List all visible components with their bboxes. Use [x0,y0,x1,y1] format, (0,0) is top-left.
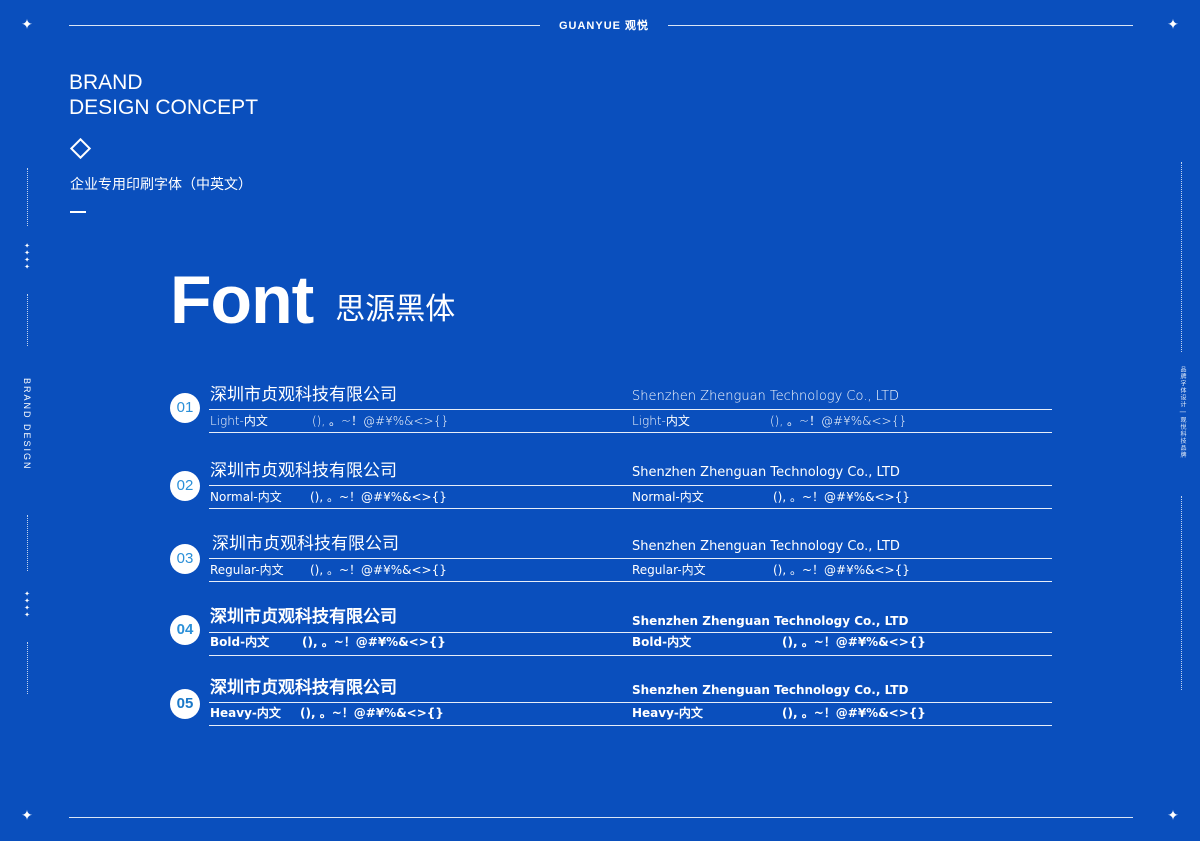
en-company-name: Shenzhen Zhenguan Technology Co., LTD [632,389,900,404]
row-line-bottom [209,581,1052,582]
sparkle-icon: ✦ [1167,808,1179,824]
font-row-normal: 02 深圳市贞观科技有限公司 Shenzhen Zhenguan Technol… [170,460,1052,516]
sparkle-icon: ✦ [21,808,33,824]
sparkle-icon: ✦ [21,17,33,33]
font-row-light: 01 深圳市贞观科技有限公司 Shenzhen Zhenguan Technol… [170,384,1052,440]
cn-company-name: 深圳市贞观科技有限公司 [210,607,397,627]
title-line-2: DESIGN CONCEPT [69,96,259,119]
divider-dash [70,211,86,213]
font-family-name: 思源黑体 [335,292,456,327]
cn-punctuation-sample: (), 。~！@#¥%&<>{} [310,563,447,577]
en-punctuation-sample: (), 。~！@#¥%&<>{} [782,706,926,720]
left-dotted-line [27,294,28,346]
row-line-top [209,409,1052,410]
row-number: 05 [170,689,200,719]
sparkle-icon: ✦ [1167,17,1179,33]
row-number: 02 [170,471,200,501]
cn-weight-label: Regular-内文 [210,563,284,577]
en-weight-label: Normal-内文 [632,490,704,504]
font-word: Font [170,262,314,338]
row-line-bottom [209,725,1052,726]
row-line-top [209,702,1052,703]
sparkle-cluster-icon: ✦ ✦ ✦ ✦ [24,242,30,271]
left-dotted-line [27,515,28,571]
cn-company-name: 深圳市贞观科技有限公司 [210,678,397,698]
cn-punctuation-sample: (), 。~！@#¥%&<>{} [310,490,447,504]
row-line-top [209,632,1052,633]
font-heading: Font 思源黑体 [170,262,455,338]
diamond-icon [69,137,92,160]
en-weight-label: Bold-内文 [632,635,692,649]
brand-design-title: BRAND DESIGN CONCEPT [69,70,258,120]
row-line-bottom [209,508,1052,509]
cn-punctuation-sample: (), 。~！@#¥%&<>{} [300,706,444,720]
en-company-name: Shenzhen Zhenguan Technology Co., LTD [632,683,909,697]
cn-punctuation-sample: (), 。~！@#¥%&<>{} [312,414,449,428]
en-company-name: Shenzhen Zhenguan Technology Co., LTD [632,539,900,554]
row-number: 01 [170,393,200,423]
bottom-frame-line [69,817,1133,818]
cn-company-name: 深圳市贞观科技有限公司 [210,461,397,481]
row-line-top [209,558,1052,559]
title-line-1: BRAND [69,71,143,94]
cn-punctuation-sample: (), 。~！@#¥%&<>{} [302,635,446,649]
row-line-top [209,485,1052,486]
en-weight-label: Light-内文 [632,414,690,428]
left-dotted-line [27,642,28,694]
left-dotted-line [27,168,28,226]
font-row-heavy: 05 深圳市贞观科技有限公司 Shenzhen Zhenguan Technol… [170,677,1052,733]
cn-company-name: 深圳市贞观科技有限公司 [212,534,399,554]
cn-weight-label: Normal-内文 [210,490,282,504]
font-row-bold: 04 深圳市贞观科技有限公司 Shenzhen Zhenguan Technol… [170,606,1052,662]
cn-weight-label: Bold-内文 [210,635,270,649]
row-number: 03 [170,544,200,574]
cn-weight-label: Light-内文 [210,414,268,428]
side-brand-label: BRAND DESIGN [22,378,32,471]
row-number: 04 [170,615,200,645]
font-row-regular: 03 深圳市贞观科技有限公司 Shenzhen Zhenguan Technol… [170,533,1052,589]
en-punctuation-sample: (), 。~！@#¥%&<>{} [773,563,910,577]
cn-company-name: 深圳市贞观科技有限公司 [210,385,397,405]
en-punctuation-sample: (), 。~！@#¥%&<>{} [770,414,907,428]
en-weight-label: Regular-内文 [632,563,706,577]
sparkle-cluster-icon: ✦ ✦ ✦ ✦ [24,590,30,619]
right-dotted-line [1181,496,1182,690]
en-company-name: Shenzhen Zhenguan Technology Co., LTD [632,465,900,480]
en-company-name: Shenzhen Zhenguan Technology Co., LTD [632,614,909,628]
top-frame-line-right [656,25,1133,26]
row-line-bottom [209,655,1052,656]
row-line-bottom [209,432,1052,433]
section-subtitle: 企业专用印刷字体（中英文） [70,177,252,193]
brand-logo: GUANYUE 观悦 [540,18,668,34]
en-punctuation-sample: (), 。~！@#¥%&<>{} [782,635,926,649]
side-right-label: 品牌字体设计 | 观悦科技品牌 [1179,366,1186,459]
en-weight-label: Heavy-内文 [632,706,703,720]
top-frame-line-left [69,25,544,26]
en-punctuation-sample: (), 。~！@#¥%&<>{} [773,490,910,504]
cn-weight-label: Heavy-内文 [210,706,281,720]
right-dotted-line [1181,162,1182,352]
